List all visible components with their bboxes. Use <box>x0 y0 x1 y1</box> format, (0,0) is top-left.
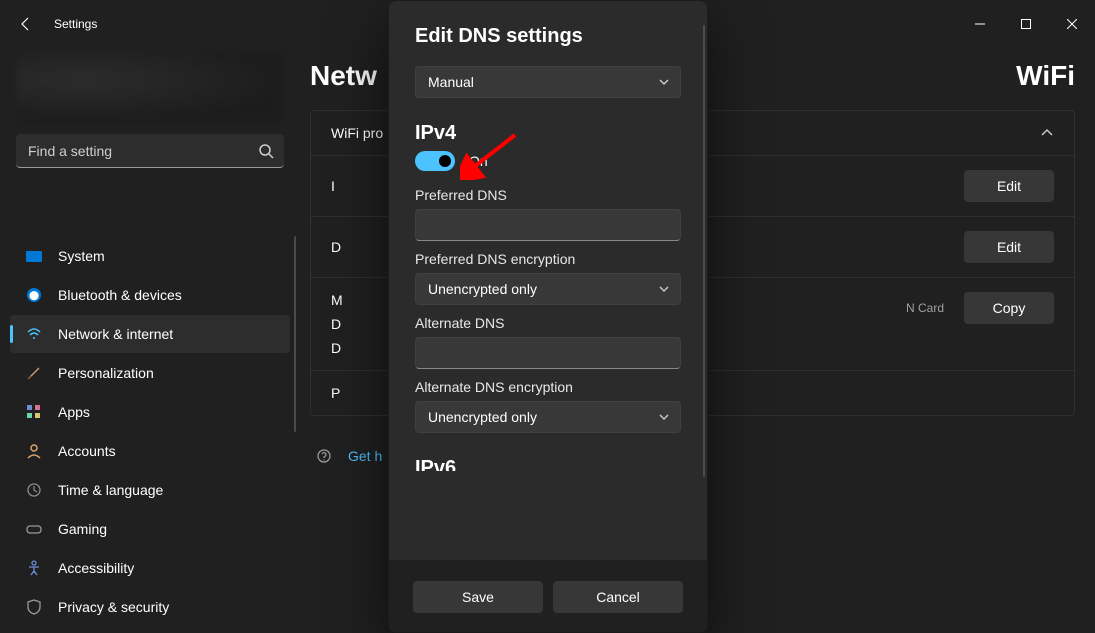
modal-overlay: Edit DNS settings Manual IPv4 On Preferr… <box>0 0 1095 633</box>
select-value: Unencrypted only <box>428 281 537 297</box>
select-value: Unencrypted only <box>428 409 537 425</box>
cancel-button[interactable]: Cancel <box>553 581 683 613</box>
alternate-dns-input[interactable] <box>415 337 681 369</box>
chevron-down-icon <box>658 283 670 295</box>
ipv4-toggle-state: On <box>469 153 488 169</box>
ipv6-heading: IPv6 <box>415 457 681 471</box>
preferred-dns-label: Preferred DNS <box>415 187 681 203</box>
dialog-footer: Save Cancel <box>389 560 707 632</box>
ipv4-toggle-row: On <box>415 151 681 171</box>
alternate-dns-encryption-label: Alternate DNS encryption <box>415 379 681 395</box>
save-button[interactable]: Save <box>413 581 543 613</box>
ipv4-toggle[interactable] <box>415 151 455 171</box>
preferred-dns-input[interactable] <box>415 209 681 241</box>
dns-mode-select[interactable]: Manual <box>415 66 681 98</box>
dialog-scrollbar[interactable] <box>703 25 705 477</box>
preferred-dns-encryption-select[interactable]: Unencrypted only <box>415 273 681 305</box>
alternate-dns-encryption-select[interactable]: Unencrypted only <box>415 401 681 433</box>
select-value: Manual <box>428 74 474 90</box>
edit-dns-dialog: Edit DNS settings Manual IPv4 On Preferr… <box>388 0 708 633</box>
chevron-down-icon <box>658 411 670 423</box>
dialog-title: Edit DNS settings <box>415 25 681 48</box>
ipv4-heading: IPv4 <box>415 122 681 145</box>
chevron-down-icon <box>658 76 670 88</box>
alternate-dns-label: Alternate DNS <box>415 315 681 331</box>
dialog-body: Edit DNS settings Manual IPv4 On Preferr… <box>389 1 707 560</box>
preferred-dns-encryption-label: Preferred DNS encryption <box>415 251 681 267</box>
